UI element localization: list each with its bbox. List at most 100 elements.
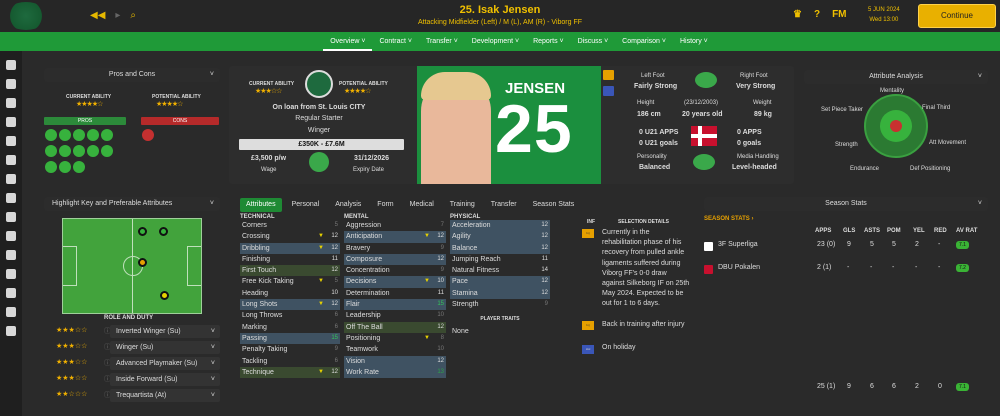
- menu-transfer[interactable]: Transfer ˅: [419, 32, 465, 51]
- attribute-row[interactable]: Flair 15: [344, 299, 446, 311]
- pro-icon[interactable]: [59, 161, 71, 173]
- role-item[interactable]: Advanced Playmaker (Su) ˅: [110, 357, 220, 370]
- home-icon[interactable]: [6, 60, 16, 70]
- position-dot[interactable]: [138, 227, 147, 236]
- attribute-row[interactable]: Vision 12: [344, 355, 446, 367]
- attribute-row[interactable]: Pace 12: [450, 276, 550, 288]
- menu-contract[interactable]: Contract ˅: [372, 32, 419, 51]
- season-stats-header[interactable]: Season Stats ˅: [704, 197, 988, 211]
- season-row[interactable]: DBU Pokalen 2 (1) - - - - - 7.2: [704, 264, 988, 276]
- attribute-row[interactable]: Leadership 10: [344, 310, 446, 321]
- con-icon[interactable]: [142, 129, 154, 141]
- role-item[interactable]: Winger (Su) ˅: [110, 341, 220, 354]
- attribute-row[interactable]: Concentration 9: [344, 265, 446, 276]
- attribute-row[interactable]: Composure 12: [344, 253, 446, 266]
- training-icon[interactable]: [6, 193, 16, 203]
- attribute-row[interactable]: Strength 9: [450, 299, 550, 310]
- tab-medical[interactable]: Medical: [404, 198, 440, 212]
- dynamics-icon[interactable]: [6, 174, 16, 184]
- value-range[interactable]: £350K - £7.6M: [239, 139, 404, 150]
- club-logo[interactable]: [305, 70, 333, 98]
- menu-development[interactable]: Development ˅: [465, 32, 526, 51]
- highlight-header[interactable]: Highlight Key and Preferable Attributes ˅: [44, 197, 220, 211]
- tab-analysis[interactable]: Analysis: [329, 198, 367, 212]
- pro-icon[interactable]: [73, 161, 85, 173]
- attribute-row[interactable]: Natural Fitness 14: [450, 265, 550, 276]
- holiday-icon[interactable]: Hol: [582, 345, 594, 354]
- pro-icon[interactable]: [45, 161, 57, 173]
- pro-icon[interactable]: [59, 145, 71, 157]
- menu-comparison[interactable]: Comparison ˅: [615, 32, 673, 51]
- pro-icon[interactable]: [87, 129, 99, 141]
- attribute-row[interactable]: Tackling 6: [240, 356, 340, 367]
- position-dot[interactable]: [160, 291, 169, 300]
- role-item[interactable]: Trequartista (At) ˅: [110, 389, 220, 402]
- pro-icon[interactable]: [73, 145, 85, 157]
- attribute-row[interactable]: Crossing ▼ 12: [240, 231, 340, 242]
- attribute-row[interactable]: Stamina 12: [450, 287, 550, 300]
- attribute-row[interactable]: Balance 12: [450, 242, 550, 254]
- attribute-row[interactable]: Work Rate 13: [344, 366, 446, 379]
- attribute-row[interactable]: Anticipation ▼ 12: [344, 231, 446, 243]
- training-icon[interactable]: Inj: [582, 321, 594, 330]
- continue-button[interactable]: Continue: [918, 4, 996, 28]
- attribute-row[interactable]: Dribbling ▼ 12: [240, 242, 340, 254]
- tactics-icon[interactable]: [6, 117, 16, 127]
- finances-icon[interactable]: [6, 307, 16, 317]
- injury-icon[interactable]: Inj: [582, 229, 594, 238]
- tab-personal[interactable]: Personal: [286, 198, 326, 212]
- attribute-row[interactable]: First Touch 12: [240, 265, 340, 277]
- competitions-icon[interactable]: [6, 250, 16, 260]
- tab-season-stats[interactable]: Season Stats: [527, 198, 581, 212]
- game-date[interactable]: 5 JUN 2024 Wed 13:00: [868, 5, 900, 25]
- inbox-icon[interactable]: [6, 79, 16, 89]
- tab-transfer[interactable]: Transfer: [485, 198, 523, 212]
- injury-badge[interactable]: [603, 70, 614, 80]
- attribute-row[interactable]: Long Shots ▼ 12: [240, 299, 340, 311]
- pro-icon[interactable]: [45, 129, 57, 141]
- pro-icon[interactable]: [87, 145, 99, 157]
- position-dot[interactable]: [138, 258, 147, 267]
- tab-attributes[interactable]: Attributes: [240, 198, 282, 212]
- holiday-badge[interactable]: [603, 86, 614, 96]
- fm-menu-button[interactable]: FM: [832, 9, 846, 20]
- attribute-row[interactable]: Positioning ▼ 8: [344, 333, 446, 344]
- attribute-row[interactable]: Heading 10: [240, 288, 340, 299]
- attribute-row[interactable]: Marking 6: [240, 322, 340, 333]
- trophy-icon[interactable]: ♛: [793, 9, 802, 20]
- attribute-row[interactable]: Off The Ball 12: [344, 321, 446, 333]
- loan-status[interactable]: On loan from St. Louis CITY: [229, 104, 409, 111]
- attribute-row[interactable]: Technique ▼ 12: [240, 366, 340, 379]
- staff-icon[interactable]: [6, 136, 16, 146]
- transfers-icon[interactable]: [6, 288, 16, 298]
- schedule-icon[interactable]: [6, 155, 16, 165]
- position-dot[interactable]: [159, 227, 168, 236]
- season-stats-link[interactable]: SEASON STATS ›: [704, 216, 753, 222]
- attribute-row[interactable]: Corners 5: [240, 220, 340, 231]
- help-icon[interactable]: ?: [814, 9, 820, 20]
- menu-discuss[interactable]: Discuss ˅: [571, 32, 616, 51]
- tab-training[interactable]: Training: [444, 198, 481, 212]
- attribute-row[interactable]: Finishing 11: [240, 254, 340, 265]
- attribute-row[interactable]: Acceleration 12: [450, 220, 550, 232]
- attribute-row[interactable]: Penalty Taking 9: [240, 344, 340, 355]
- attribute-row[interactable]: Teamwork 10: [344, 344, 446, 355]
- attribute-row[interactable]: Free Kick Taking ▼ 5: [240, 276, 340, 287]
- attribute-row[interactable]: Bravery 9: [344, 243, 446, 254]
- attribute-row[interactable]: Decisions ▼ 10: [344, 276, 446, 288]
- role-item[interactable]: Inside Forward (Su) ˅: [110, 373, 220, 386]
- tab-form[interactable]: Form: [371, 198, 399, 212]
- attribute-row[interactable]: Jumping Reach 11: [450, 254, 550, 265]
- pro-icon[interactable]: [73, 129, 85, 141]
- menu-history[interactable]: History ˅: [673, 32, 715, 51]
- pro-icon[interactable]: [45, 145, 57, 157]
- pros-cons-header[interactable]: Pros and Cons ˅: [44, 68, 220, 82]
- data-hub-icon[interactable]: [6, 231, 16, 241]
- attribute-row[interactable]: Passing 15: [240, 332, 340, 345]
- season-row[interactable]: 3F Superliga 23 (0) 9 5 5 2 - 7.1: [704, 241, 988, 253]
- club-info-icon[interactable]: [6, 326, 16, 336]
- pro-icon[interactable]: [101, 129, 113, 141]
- pro-icon[interactable]: [101, 145, 113, 157]
- attribute-row[interactable]: Long Throws 6: [240, 310, 340, 321]
- role-item[interactable]: Inverted Winger (Su) ˅: [110, 325, 220, 338]
